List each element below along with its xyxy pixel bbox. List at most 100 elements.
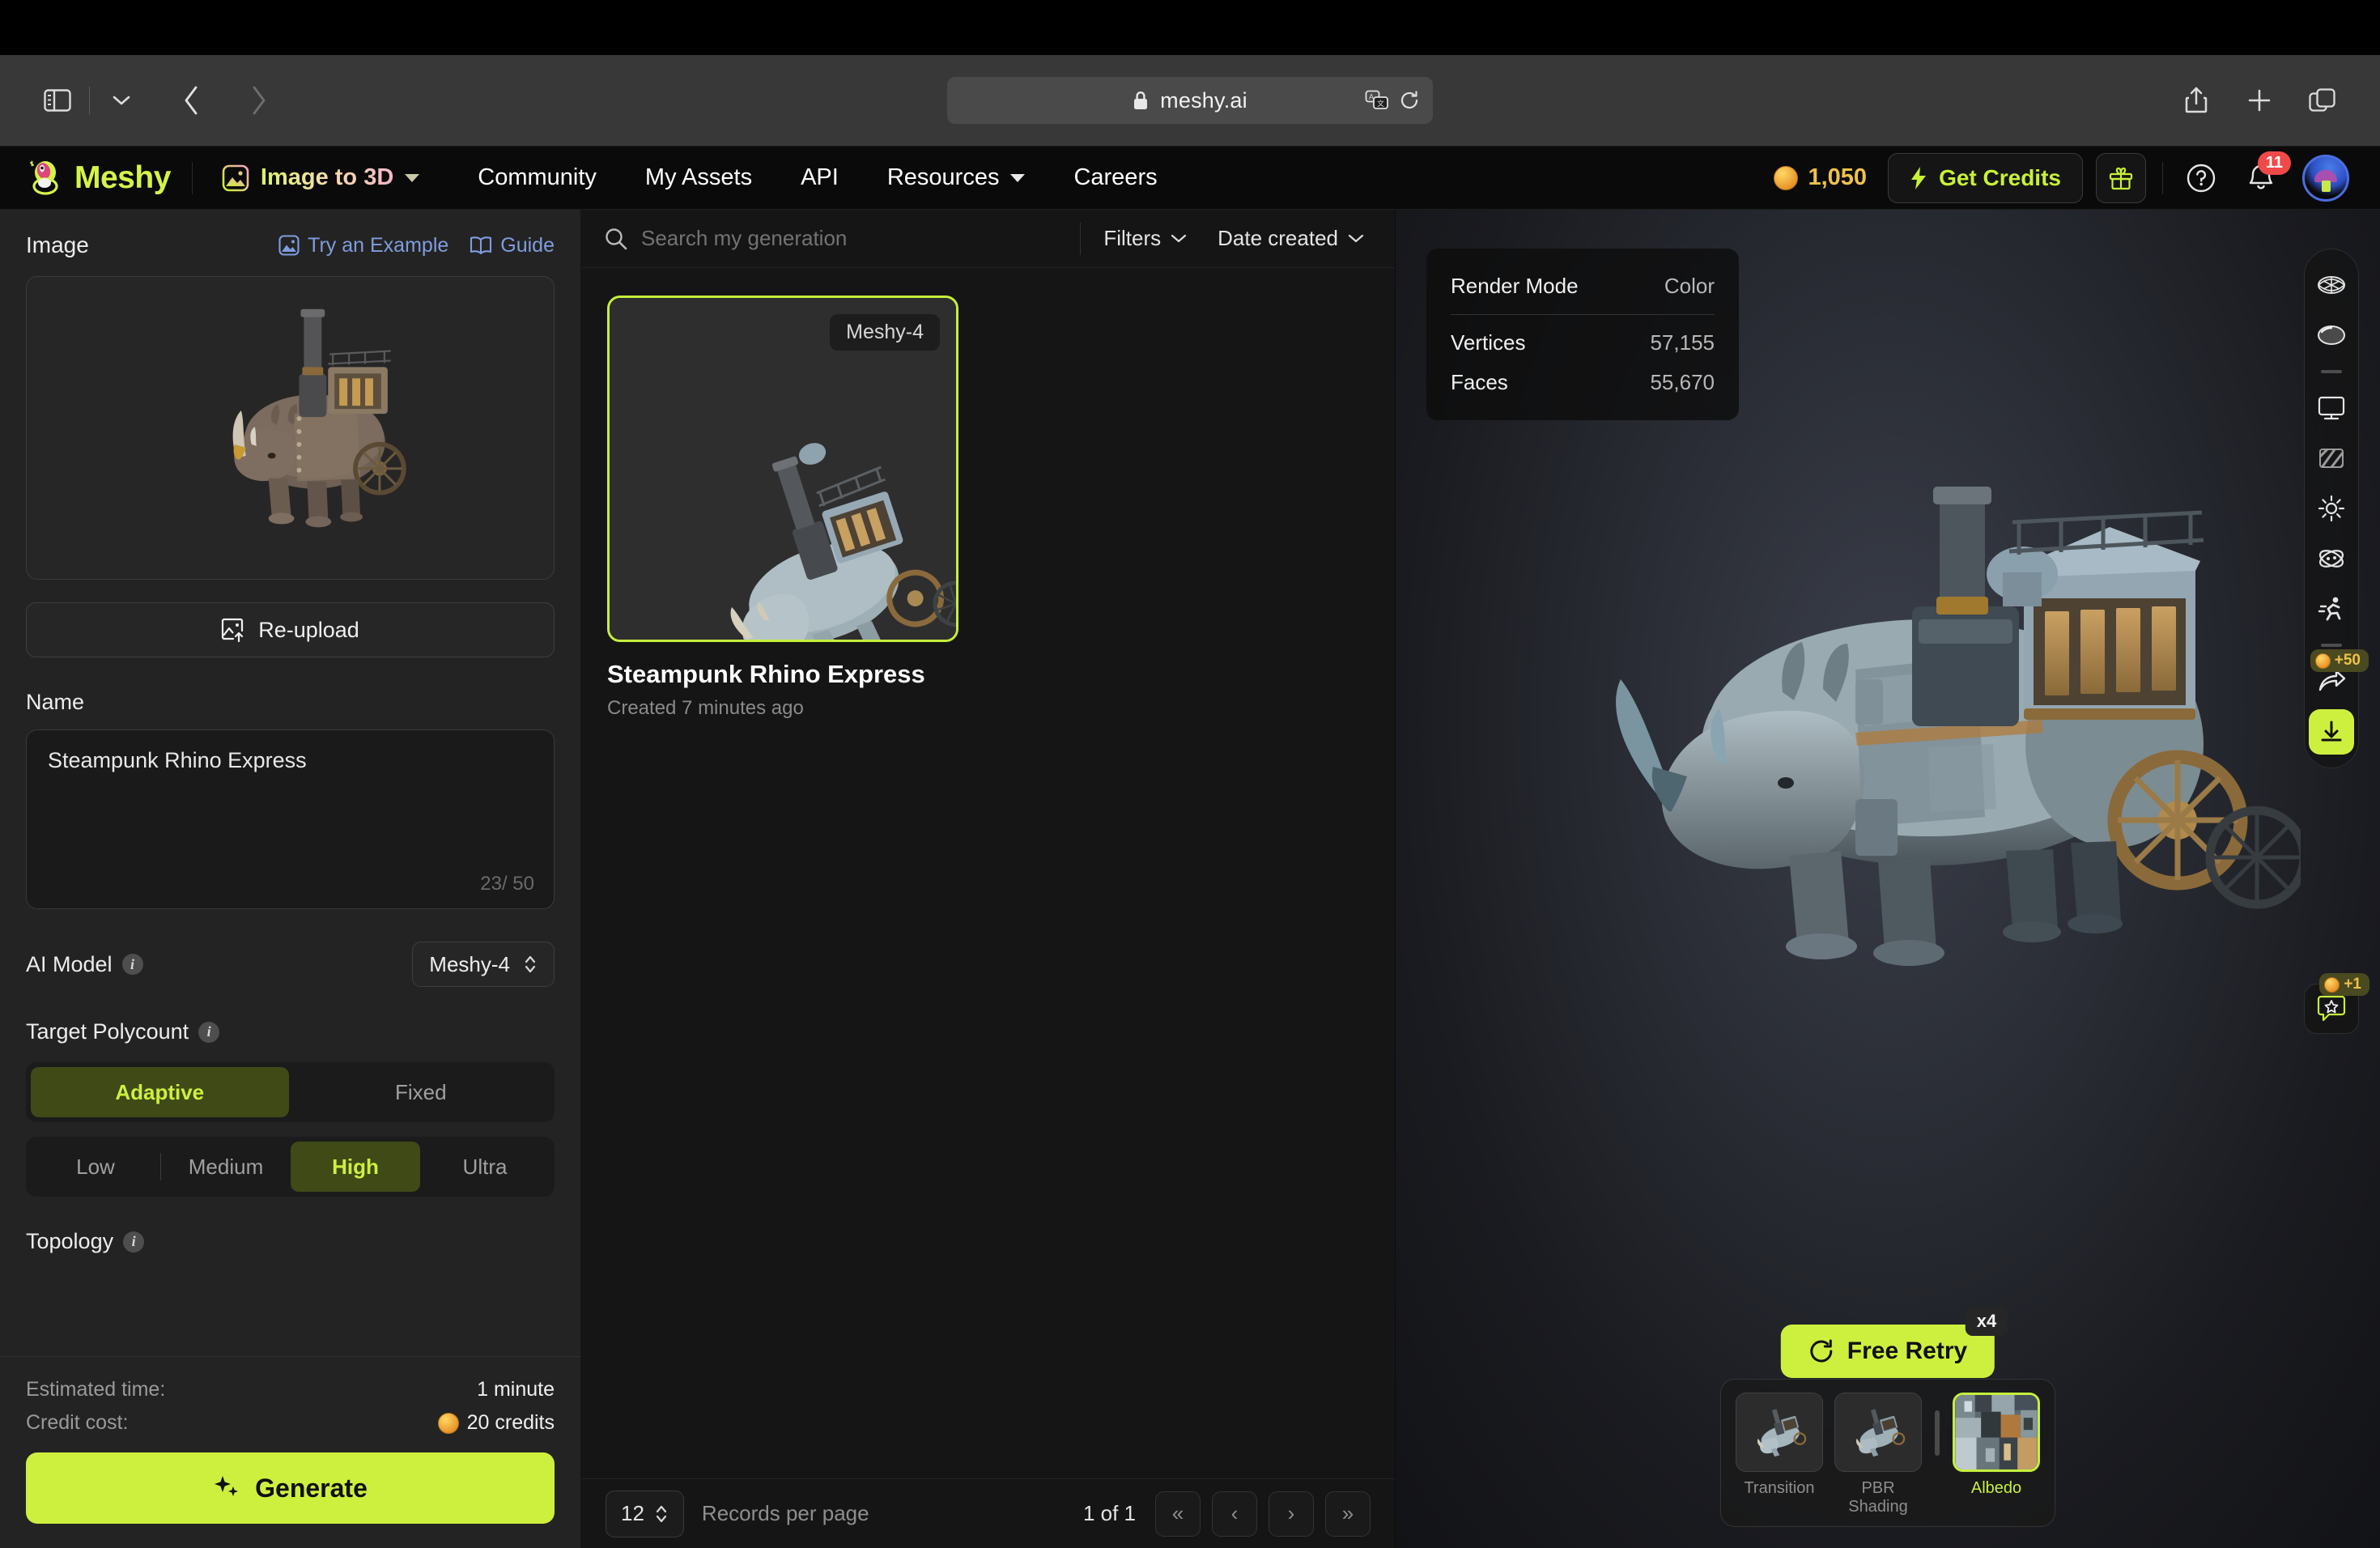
download-button[interactable] bbox=[2309, 709, 2354, 755]
thumb-pbr-image bbox=[1834, 1393, 1922, 1472]
upload-image-icon bbox=[221, 618, 245, 642]
sidebar-toggle-icon[interactable] bbox=[32, 75, 83, 125]
mode-selector[interactable]: Image to 3D bbox=[214, 159, 427, 198]
thumb-transition-image bbox=[1736, 1393, 1823, 1472]
guide-link[interactable]: Guide bbox=[470, 234, 555, 257]
first-page-button[interactable]: « bbox=[1155, 1491, 1201, 1537]
records-per-page-stepper[interactable]: 12 bbox=[606, 1490, 684, 1537]
share-arrow-icon[interactable]: +50 bbox=[2309, 649, 2369, 704]
tab-overview-icon[interactable] bbox=[2297, 75, 2348, 125]
info-icon[interactable]: i bbox=[121, 954, 143, 975]
coin-icon bbox=[1774, 165, 1799, 190]
nav-label: Community bbox=[478, 164, 597, 190]
image-preview[interactable] bbox=[26, 276, 555, 580]
generation-toolbar: Search my generation Filters Date create… bbox=[581, 210, 1395, 268]
next-page-button[interactable]: › bbox=[1269, 1491, 1314, 1537]
faces-key: Faces bbox=[1451, 370, 1508, 394]
render-variant-thumbnails: Transition PBR Shading Albedo bbox=[1720, 1379, 2055, 1527]
polycount-level-high[interactable]: High bbox=[291, 1142, 420, 1192]
shaded-sphere-icon[interactable] bbox=[2309, 313, 2354, 358]
get-credits-button[interactable]: Get Credits bbox=[1888, 152, 2083, 203]
back-chevron-icon[interactable] bbox=[166, 75, 216, 125]
ai-model-label: AI Model i bbox=[26, 952, 143, 977]
thumb-art-texture-atlas bbox=[1955, 1395, 2038, 1469]
thumb-albedo-image bbox=[1953, 1393, 2040, 1472]
brand-logo[interactable]: Meshy bbox=[24, 158, 171, 198]
filters-dropdown[interactable]: Filters bbox=[1095, 226, 1195, 251]
reupload-button[interactable]: Re-upload bbox=[26, 602, 555, 657]
stepper-chevrons-icon bbox=[654, 1503, 669, 1525]
pager-controls: 1 of 1 « ‹ › » bbox=[1083, 1491, 1371, 1537]
generation-card[interactable]: Meshy-4 Steampunk Rhino Express Created … bbox=[607, 296, 958, 720]
nav-item-community[interactable]: Community bbox=[453, 158, 621, 198]
ai-model-select[interactable]: Meshy-4 bbox=[412, 942, 555, 987]
nav-item-careers[interactable]: Careers bbox=[1049, 158, 1181, 198]
model-viewer[interactable]: Render Mode Color Vertices 57,155 Faces … bbox=[1396, 210, 2380, 1548]
info-icon[interactable]: i bbox=[198, 1021, 220, 1043]
name-input[interactable]: Steampunk Rhino Express 23/ 50 bbox=[26, 729, 555, 909]
image-section-links: Try an Example Guide bbox=[278, 234, 555, 257]
credit-balance[interactable]: 1,050 bbox=[1774, 164, 1867, 191]
nav-item-resources[interactable]: Resources bbox=[863, 158, 1050, 198]
reload-icon[interactable] bbox=[1399, 90, 1420, 111]
info-icon[interactable]: i bbox=[123, 1231, 145, 1252]
gift-button[interactable] bbox=[2096, 152, 2146, 203]
address-bar[interactable]: meshy.ai A文 bbox=[947, 77, 1433, 124]
name-field-label: Name bbox=[26, 690, 555, 715]
brightness-icon[interactable] bbox=[2309, 486, 2354, 531]
share-icon[interactable] bbox=[2171, 75, 2221, 125]
hatch-texture-icon[interactable] bbox=[2309, 436, 2354, 481]
search-input[interactable]: Search my generation bbox=[604, 226, 1065, 251]
plus-icon[interactable] bbox=[2234, 75, 2284, 125]
try-an-example-link[interactable]: Try an Example bbox=[278, 234, 448, 257]
url-text: meshy.ai bbox=[1160, 87, 1247, 113]
stepper-chevrons-icon bbox=[523, 953, 538, 976]
generation-thumbnail[interactable]: Meshy-4 bbox=[607, 296, 958, 642]
generate-button[interactable]: Generate bbox=[26, 1452, 555, 1524]
image-to-3d-icon bbox=[222, 164, 249, 192]
thumb-transition[interactable]: Transition bbox=[1736, 1393, 1823, 1498]
avatar[interactable] bbox=[2302, 154, 2349, 202]
polycount-level-medium[interactable]: Medium bbox=[161, 1142, 291, 1192]
thumb-art bbox=[1736, 1393, 1822, 1471]
thumb-pbr-shading[interactable]: PBR Shading bbox=[1834, 1393, 1922, 1516]
sort-dropdown[interactable]: Date created bbox=[1209, 226, 1372, 251]
gift-icon bbox=[2109, 166, 2133, 190]
feedback-button[interactable]: +1 bbox=[2304, 973, 2369, 1034]
forward-chevron-icon[interactable] bbox=[234, 75, 284, 125]
render-mode-key: Render Mode bbox=[1451, 274, 1579, 298]
generate-footer: Estimated time: 1 minute Credit cost: 20… bbox=[0, 1356, 580, 1548]
polycount-mode-adaptive[interactable]: Adaptive bbox=[31, 1067, 289, 1117]
thumb-albedo[interactable]: Albedo bbox=[1953, 1393, 2040, 1498]
meshy-logo-icon bbox=[24, 158, 65, 198]
wireframe-sphere-icon[interactable] bbox=[2309, 262, 2354, 308]
share-reward-badge: +50 bbox=[2310, 649, 2369, 672]
chevron-down-icon[interactable] bbox=[96, 75, 147, 125]
nav-item-api[interactable]: API bbox=[776, 158, 863, 198]
orbit-icon[interactable] bbox=[2309, 536, 2354, 581]
polycount-level-ultra[interactable]: Ultra bbox=[420, 1142, 550, 1192]
coin-icon bbox=[2324, 976, 2340, 993]
bolt-icon bbox=[1910, 166, 1927, 190]
chrome-divider bbox=[89, 87, 90, 114]
monitor-icon[interactable] bbox=[2309, 385, 2354, 431]
thumb-pbr-label: PBR Shading bbox=[1848, 1479, 1908, 1516]
browser-actions bbox=[2171, 75, 2348, 125]
last-page-button[interactable]: » bbox=[1325, 1491, 1371, 1537]
feedback-reward-badge: +1 bbox=[2319, 973, 2369, 996]
nav-item-my-assets[interactable]: My Assets bbox=[621, 158, 776, 198]
thumb-scroll-handle[interactable] bbox=[1935, 1410, 1940, 1456]
browser-nav-controls bbox=[32, 75, 284, 125]
model-render[interactable] bbox=[1396, 477, 2380, 979]
animate-run-icon[interactable] bbox=[2309, 586, 2354, 632]
translate-icon[interactable]: A文 bbox=[1365, 90, 1389, 111]
polycount-level-low[interactable]: Low bbox=[31, 1142, 160, 1192]
help-button[interactable] bbox=[2179, 156, 2223, 200]
nav-label: Resources bbox=[886, 164, 1000, 190]
polycount-mode-fixed[interactable]: Fixed bbox=[292, 1067, 550, 1117]
prev-page-button[interactable]: ‹ bbox=[1212, 1491, 1257, 1537]
free-retry-button[interactable]: Free Retry bbox=[1780, 1325, 1995, 1378]
credit-cost-key: Credit cost: bbox=[26, 1411, 129, 1434]
notifications-button[interactable]: 11 bbox=[2239, 151, 2291, 200]
render-mode-row[interactable]: Render Mode Color bbox=[1451, 266, 1715, 306]
